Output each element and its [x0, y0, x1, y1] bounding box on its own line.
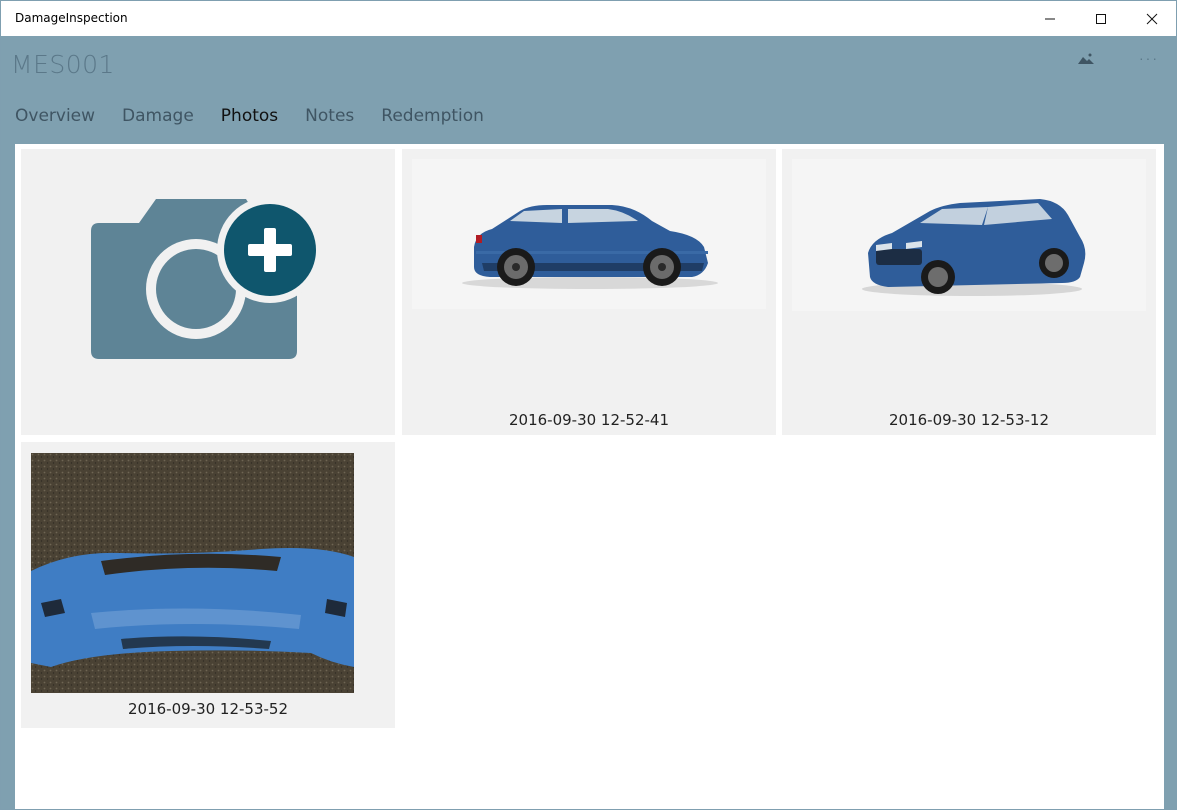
- add-photo-icon: [91, 197, 323, 359]
- bumper-image: [31, 453, 354, 693]
- photo-timestamp: 2016-09-30 12-52-41: [508, 411, 670, 429]
- tab-damage[interactable]: Damage: [122, 106, 194, 126]
- tab-redemption[interactable]: Redemption: [381, 106, 484, 126]
- close-icon: [1146, 13, 1158, 24]
- image-icon: [1078, 53, 1094, 64]
- photo-timestamp: 2016-09-30 12-53-12: [888, 411, 1050, 429]
- photo-thumbnail: [792, 159, 1146, 311]
- more-button[interactable]: ···: [1139, 50, 1159, 66]
- image-button[interactable]: [1077, 52, 1095, 71]
- more-icon: ···: [1139, 50, 1159, 66]
- photo-timestamp: 2016-09-30 12-53-52: [127, 700, 289, 718]
- window-title: DamageInspection: [15, 11, 128, 25]
- photo-thumbnail: [412, 159, 766, 309]
- car-side-image: [462, 205, 718, 289]
- tab-overview[interactable]: Overview: [15, 106, 95, 126]
- tab-bar: Overview Damage Photos Notes Redemption: [15, 106, 511, 126]
- app-window: DamageInspection MES001 ··· Overview Dam…: [0, 0, 1177, 810]
- record-id-title: MES001: [11, 50, 115, 79]
- tab-notes[interactable]: Notes: [305, 106, 354, 126]
- photo-tile[interactable]: 2016-09-30 12-52-41: [402, 149, 776, 435]
- tab-photos[interactable]: Photos: [221, 106, 278, 126]
- minimize-button[interactable]: [1027, 1, 1073, 36]
- photo-tile[interactable]: 2016-09-30 12-53-52: [21, 442, 395, 728]
- close-button[interactable]: [1129, 1, 1175, 36]
- app-content-area: MES001 ··· Overview Damage Photos Notes …: [1, 36, 1176, 809]
- maximize-icon: [1096, 13, 1106, 24]
- minimize-icon: [1045, 18, 1055, 19]
- photo-thumbnail: [31, 453, 354, 693]
- photo-tile[interactable]: 2016-09-30 12-53-12: [782, 149, 1156, 435]
- maximize-button[interactable]: [1078, 1, 1124, 36]
- car-front-image: [862, 199, 1086, 296]
- title-bar: DamageInspection: [1, 1, 1176, 36]
- photos-grid: 2016-09-30 12-52-41 2016-09-30 12-53-12 …: [15, 144, 1164, 809]
- add-photo-tile[interactable]: [21, 149, 395, 435]
